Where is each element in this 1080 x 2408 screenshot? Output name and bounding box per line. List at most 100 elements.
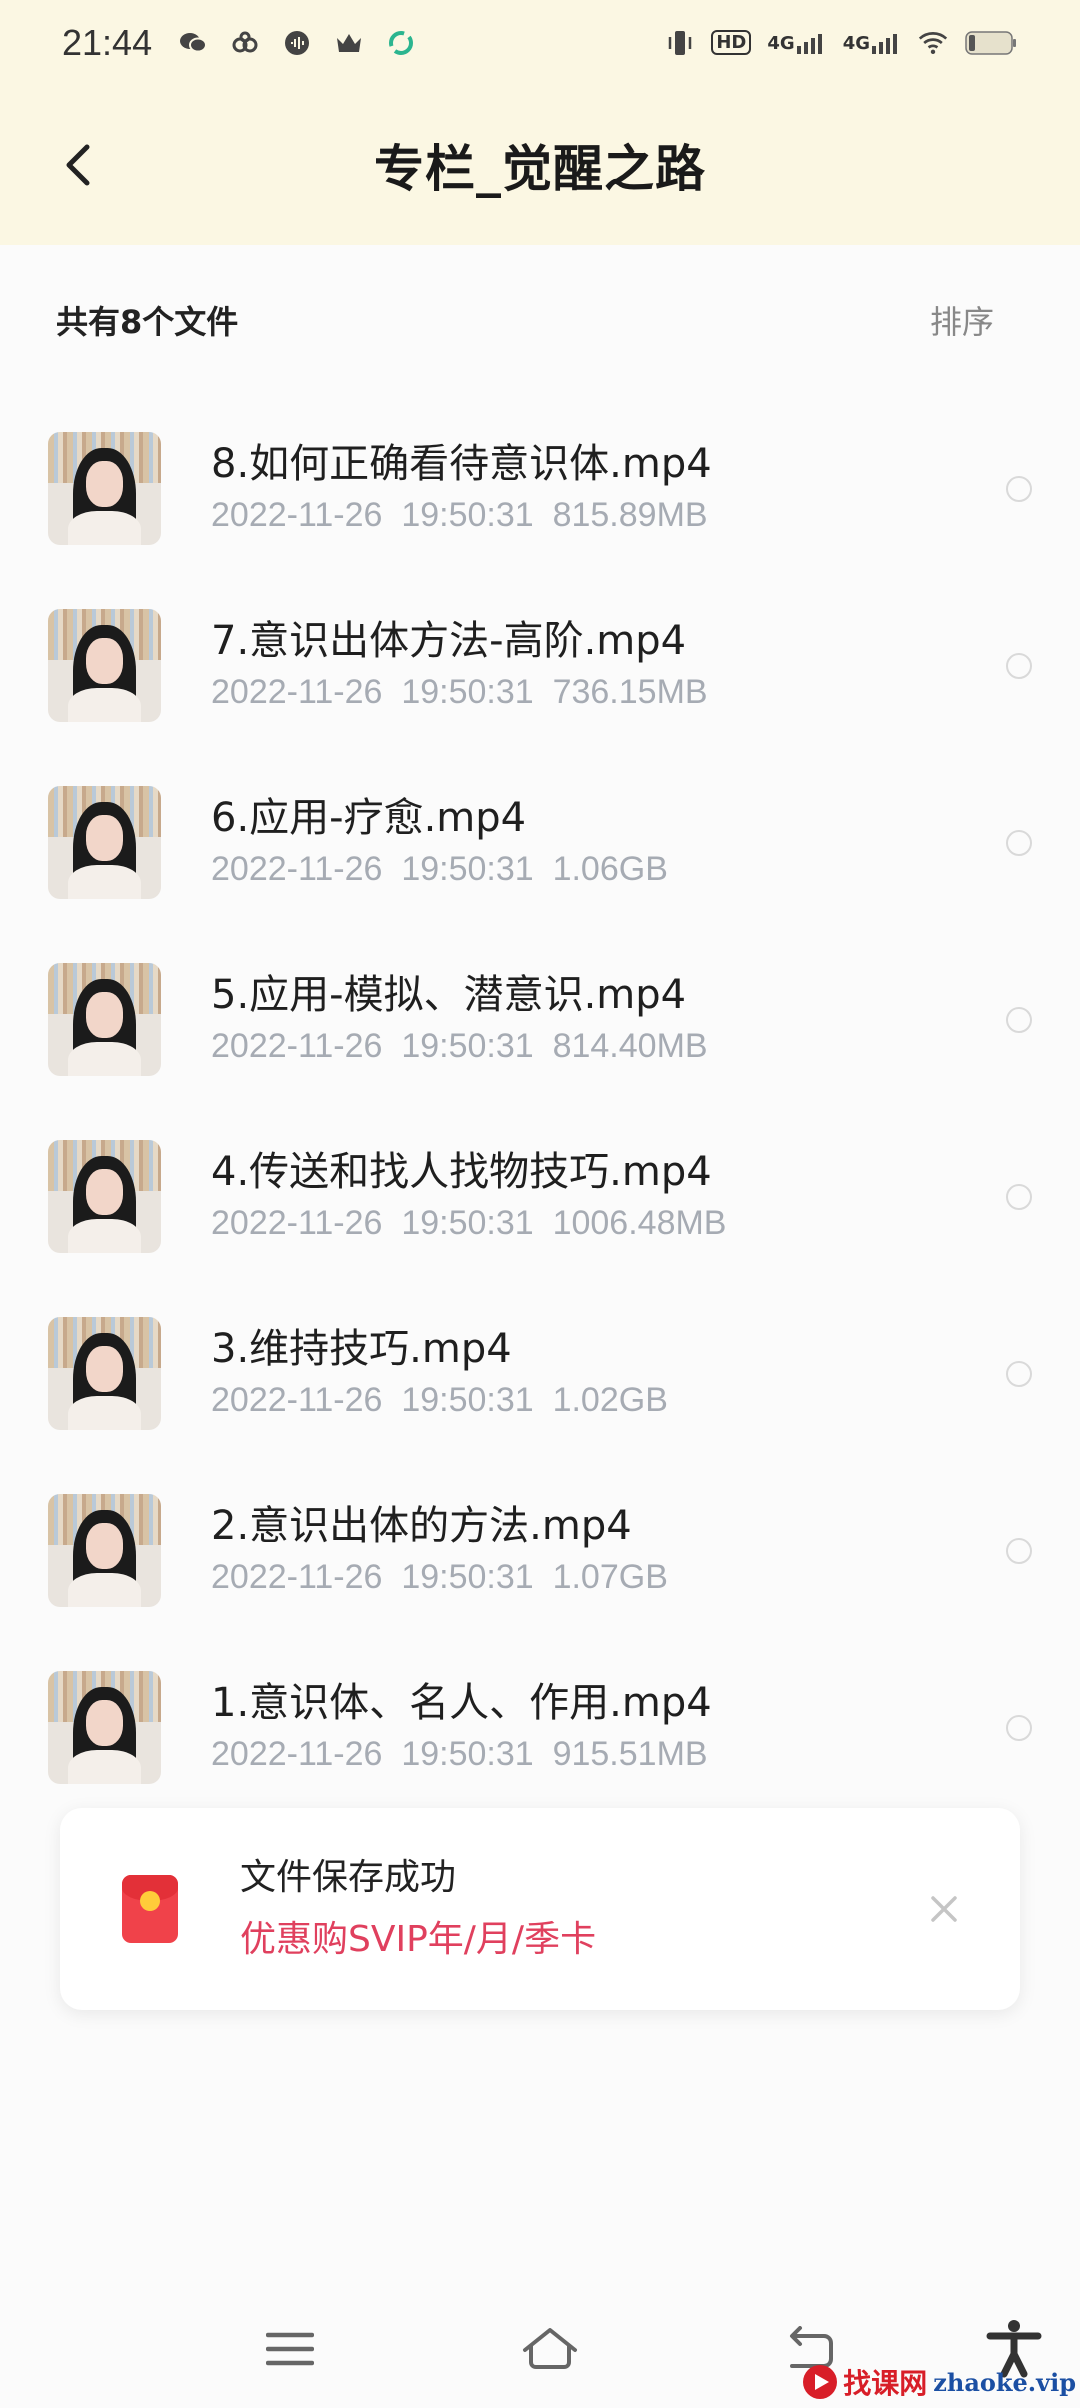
menu-icon bbox=[266, 2332, 314, 2366]
signal-1: 4G bbox=[767, 32, 826, 54]
select-radio[interactable] bbox=[1006, 1183, 1032, 1210]
file-row[interactable]: 2.意识出体的方法.mp4 2022-11-26 19:50:31 1.07GB bbox=[0, 1462, 1080, 1639]
file-info: 5.应用-模拟、潜意识.mp4 2022-11-26 19:50:31 814.4… bbox=[211, 970, 1080, 1070]
file-size: 1.02GB bbox=[552, 1380, 668, 1419]
file-time: 19:50:31 bbox=[401, 1026, 534, 1065]
file-name: 1.意识体、名人、作用.mp4 bbox=[211, 1679, 712, 1726]
file-time: 19:50:31 bbox=[401, 1380, 534, 1419]
signal-2: 4G bbox=[843, 32, 902, 54]
status-bar: 21:44 HD 4G 4G bbox=[0, 0, 1080, 85]
file-info: 6.应用-疗愈.mp4 2022-11-26 19:50:31 1.06GB bbox=[211, 793, 1080, 893]
watermark-cn: 找课网 bbox=[843, 2367, 928, 2400]
home-nav-button[interactable] bbox=[520, 2319, 580, 2379]
sync-icon bbox=[386, 28, 416, 58]
file-date: 2022-11-26 bbox=[211, 1026, 383, 1065]
file-row[interactable]: 6.应用-疗愈.mp4 2022-11-26 19:50:31 1.06GB bbox=[0, 754, 1080, 931]
file-date: 2022-11-26 bbox=[211, 672, 383, 711]
file-row[interactable]: 4.传送和找人找物技巧.mp4 2022-11-26 19:50:31 1006.… bbox=[0, 1108, 1080, 1285]
file-time: 19:50:31 bbox=[401, 495, 534, 534]
select-radio[interactable] bbox=[1006, 652, 1032, 679]
save-success-toast[interactable]: 文件保存成功 优惠购SVIP年/月/季卡 bbox=[60, 1808, 1020, 2010]
file-name: 7.意识出体方法-高阶.mp4 bbox=[211, 617, 687, 664]
close-icon bbox=[931, 1896, 957, 1922]
file-info: 2.意识出体的方法.mp4 2022-11-26 19:50:31 1.07GB bbox=[211, 1501, 1080, 1601]
file-name: 5.应用-模拟、潜意识.mp4 bbox=[211, 971, 687, 1018]
file-size: 814.40MB bbox=[552, 1026, 708, 1065]
video-thumbnail bbox=[48, 1140, 161, 1253]
file-name: 2.意识出体的方法.mp4 bbox=[211, 1502, 632, 1549]
video-thumbnail bbox=[48, 786, 161, 899]
file-date: 2022-11-26 bbox=[211, 849, 383, 888]
back-arrow-icon bbox=[66, 144, 90, 186]
select-radio[interactable] bbox=[1006, 1360, 1032, 1387]
toast-close-button[interactable] bbox=[926, 1891, 962, 1927]
red-packet-icon bbox=[122, 1875, 178, 1943]
select-radio[interactable] bbox=[1006, 1714, 1032, 1741]
file-time: 19:50:31 bbox=[401, 1734, 534, 1773]
file-info: 1.意识体、名人、作用.mp4 2022-11-26 19:50:31 915.5… bbox=[211, 1678, 1080, 1778]
vibrate-icon bbox=[665, 28, 695, 58]
toast-text: 文件保存成功 优惠购SVIP年/月/季卡 bbox=[240, 1853, 596, 1965]
video-thumbnail bbox=[48, 1494, 161, 1607]
battery-icon bbox=[964, 28, 1018, 58]
file-size: 1006.48MB bbox=[552, 1203, 727, 1242]
file-info: 7.意识出体方法-高阶.mp4 2022-11-26 19:50:31 736.1… bbox=[211, 616, 1080, 716]
watermark-logo-icon bbox=[803, 2365, 838, 2399]
file-meta: 2022-11-26 19:50:31 736.15MB bbox=[211, 668, 1080, 716]
app-header: 专栏_觉醒之路 bbox=[0, 85, 1080, 245]
watermark-en: zhaoke.vip bbox=[933, 2367, 1076, 2397]
file-list: 8.如何正确看待意识体.mp4 2022-11-26 19:50:31 815.8… bbox=[0, 400, 1080, 1816]
notification-icons bbox=[178, 28, 416, 58]
video-thumbnail bbox=[48, 963, 161, 1076]
file-meta: 2022-11-26 19:50:31 815.89MB bbox=[211, 491, 1080, 539]
file-time: 19:50:31 bbox=[401, 1557, 534, 1596]
file-meta: 2022-11-26 19:50:31 1.02GB bbox=[211, 1376, 1080, 1424]
home-icon bbox=[523, 2328, 577, 2369]
file-row[interactable]: 5.应用-模拟、潜意识.mp4 2022-11-26 19:50:31 814.4… bbox=[0, 931, 1080, 1108]
video-thumbnail bbox=[48, 432, 161, 545]
menu-nav-button[interactable] bbox=[260, 2319, 320, 2379]
file-date: 2022-11-26 bbox=[211, 1557, 383, 1596]
signal-bars-icon bbox=[796, 33, 822, 54]
toast-title: 文件保存成功 bbox=[240, 1857, 457, 1898]
file-meta: 2022-11-26 19:50:31 1006.48MB bbox=[211, 1199, 1080, 1247]
file-count: 共有8个文件 bbox=[56, 303, 239, 341]
file-date: 2022-11-26 bbox=[211, 1734, 383, 1773]
file-row[interactable]: 1.意识体、名人、作用.mp4 2022-11-26 19:50:31 915.5… bbox=[0, 1639, 1080, 1816]
signal-bars-icon bbox=[872, 33, 897, 54]
wechat-icon bbox=[178, 28, 208, 58]
back-button[interactable] bbox=[48, 135, 108, 195]
file-size: 736.15MB bbox=[552, 672, 708, 711]
file-date: 2022-11-26 bbox=[211, 1380, 383, 1419]
video-thumbnail bbox=[48, 1671, 161, 1784]
link-icon bbox=[230, 28, 260, 58]
select-radio[interactable] bbox=[1006, 475, 1032, 502]
file-row[interactable]: 3.维持技巧.mp4 2022-11-26 19:50:31 1.02GB bbox=[0, 1285, 1080, 1462]
file-meta: 2022-11-26 19:50:31 1.07GB bbox=[211, 1553, 1080, 1601]
network-type-1: 4G bbox=[767, 32, 795, 54]
screen: 21:44 HD 4G 4G 专栏_觉醒之路 共有8个文件 排序 8.如何正确看… bbox=[0, 0, 1080, 2408]
file-meta: 2022-11-26 19:50:31 1.06GB bbox=[211, 845, 1080, 893]
sort-button[interactable]: 排序 bbox=[930, 297, 994, 343]
file-size: 1.07GB bbox=[552, 1557, 668, 1596]
file-meta: 2022-11-26 19:50:31 915.51MB bbox=[211, 1730, 1080, 1778]
file-size: 1.06GB bbox=[552, 849, 668, 888]
file-meta: 2022-11-26 19:50:31 814.40MB bbox=[211, 1022, 1080, 1070]
select-radio[interactable] bbox=[1006, 1537, 1032, 1564]
file-name: 3.维持技巧.mp4 bbox=[211, 1325, 512, 1372]
file-row[interactable]: 8.如何正确看待意识体.mp4 2022-11-26 19:50:31 815.8… bbox=[0, 400, 1080, 577]
hd-label: HD bbox=[711, 30, 752, 55]
watermark: 找课网 zhaoke.vip bbox=[803, 2362, 1076, 2402]
select-radio[interactable] bbox=[1006, 829, 1032, 856]
wifi-icon bbox=[918, 28, 948, 58]
status-time: 21:44 bbox=[62, 21, 153, 63]
file-info: 4.传送和找人找物技巧.mp4 2022-11-26 19:50:31 1006.… bbox=[211, 1147, 1080, 1247]
svip-promo-link[interactable]: 优惠购SVIP年/月/季卡 bbox=[240, 1915, 596, 1965]
file-info: 8.如何正确看待意识体.mp4 2022-11-26 19:50:31 815.8… bbox=[211, 439, 1080, 539]
video-thumbnail bbox=[48, 1317, 161, 1430]
file-info: 3.维持技巧.mp4 2022-11-26 19:50:31 1.02GB bbox=[211, 1324, 1080, 1424]
file-size: 815.89MB bbox=[552, 495, 708, 534]
system-icons: HD 4G 4G bbox=[665, 28, 1018, 58]
select-radio[interactable] bbox=[1006, 1006, 1032, 1033]
file-row[interactable]: 7.意识出体方法-高阶.mp4 2022-11-26 19:50:31 736.1… bbox=[0, 577, 1080, 754]
